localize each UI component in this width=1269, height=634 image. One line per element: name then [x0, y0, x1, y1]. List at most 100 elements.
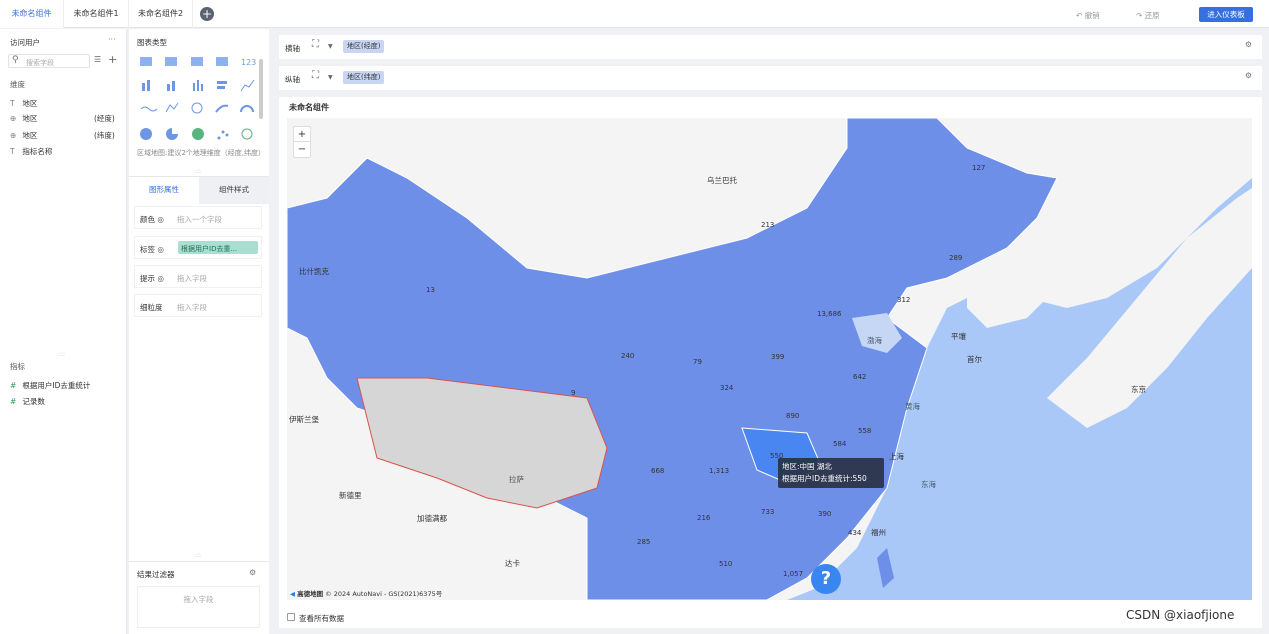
sea-label: 东海 [921, 480, 936, 489]
curve-icon [215, 104, 229, 113]
attr-tooltip-dropzone[interactable]: 拖入字段 [177, 273, 207, 284]
globe-icon: ⊕ [10, 131, 17, 140]
dataset-name: 访问用户 [10, 38, 40, 47]
region-map[interactable]: + − 乌兰巴托 比什凯克 伊斯兰堡 新德里 加德满都 拉萨 达卡 平壤 首尔 … [287, 118, 1252, 600]
filter-drop-zone[interactable]: 拖入字段 [137, 586, 260, 628]
heat-map-icon [241, 128, 253, 140]
attr-color-row[interactable]: 颜色 ◎ 拖入一个字段 [134, 206, 262, 229]
tab-unnamed[interactable]: 未命名组件 [0, 0, 64, 28]
value-label: 9 [571, 389, 576, 397]
grid-table-icon [216, 57, 228, 66]
dim-item[interactable]: ⊕ 地区 (经度) [10, 113, 120, 124]
chart-type-title: 图表类型 [137, 38, 167, 47]
hash-icon: # [10, 381, 17, 390]
divider [129, 561, 269, 562]
place-label: 平壤 [951, 332, 966, 341]
chevron-down-icon[interactable]: ▼ [328, 74, 333, 81]
attr-granularity-row[interactable]: 细粒度 拖入字段 [134, 294, 262, 317]
zoom-in-button[interactable]: + [294, 127, 310, 142]
tooltip-region: 地区:中国 湖北 [782, 462, 832, 471]
place-label: 福州 [871, 528, 886, 537]
show-all-checkbox[interactable] [287, 613, 295, 621]
sea-label: 渤海 [867, 336, 882, 345]
more-icon[interactable]: ··· [108, 35, 116, 44]
metric-name: 根据用户ID去重统计 [22, 381, 91, 390]
y-axis-label: 纵轴 [285, 75, 300, 84]
attr-granularity-label: 细粒度 [140, 303, 163, 312]
widget-card: 未命名组件 + − 乌兰巴托 比什凯克 伊斯兰堡 新德里 加德满都 拉萨 达卡 … [279, 97, 1262, 628]
chevron-down-icon[interactable]: ▼ [328, 43, 333, 50]
scrollbar[interactable] [259, 59, 263, 119]
metric-title: 指标 [10, 362, 25, 371]
gauge-icon [240, 105, 254, 113]
metric-item[interactable]: # 根据用户ID去重统计 [10, 380, 90, 391]
attr-tooltip-row[interactable]: 提示 ◎ 拖入字段 [134, 265, 262, 288]
value-label: 312 [897, 296, 911, 304]
filter-icon[interactable]: ⚙ [1245, 40, 1252, 49]
search-box[interactable]: ⚲ 搜索字段 [8, 54, 90, 68]
y-axis-field-pill[interactable]: 地区(纬度) [343, 71, 385, 84]
value-label: 390 [818, 510, 832, 518]
chart-type-grid[interactable]: 123 [137, 54, 265, 146]
zoom-out-button[interactable]: − [294, 142, 310, 157]
add-field-icon[interactable]: + [108, 53, 117, 66]
place-label: 比什凯克 [299, 267, 329, 276]
redo-button[interactable]: ↷ 还原 [1136, 10, 1160, 21]
place-label: 首尔 [967, 355, 982, 364]
undo-label: 撤销 [1084, 11, 1100, 20]
attr-tabs: 图形属性 组件样式 [129, 176, 269, 204]
settings-icon: ◎ [157, 215, 164, 224]
add-tab-button[interactable]: + [200, 7, 214, 21]
resize-handle[interactable]: ::: [195, 552, 201, 559]
x-axis-field-pill[interactable]: 地区(经度) [343, 40, 385, 53]
value-label: 1,313 [709, 467, 730, 475]
resize-handle[interactable]: ::: [195, 168, 201, 175]
resize-handle[interactable]: ::: [59, 351, 65, 358]
undo-button[interactable]: ↶ 撤销 [1076, 10, 1100, 21]
dimension-title: 维度 [10, 80, 25, 89]
place-label: 达卡 [505, 559, 520, 568]
column-chart-icon [167, 84, 170, 91]
stacked-bar-icon [217, 81, 227, 84]
field-panel: 访问用户 ··· ⚲ 搜索字段 ☰ + 维度 T 地区 ⊕ 地区 (经度) ⊕ 地… [0, 29, 127, 634]
latitude-icon[interactable]: ⛶ [312, 70, 319, 81]
search-input[interactable]: 搜索字段 [26, 58, 54, 68]
redo-label: 还原 [1144, 11, 1160, 20]
value-label: 399 [771, 353, 785, 361]
metric-name: 记录数 [22, 397, 45, 406]
help-button[interactable]: ? [811, 564, 841, 594]
tab-shape-attrs[interactable]: 图形属性 [129, 177, 199, 204]
value-label: 642 [853, 373, 867, 381]
enter-dashboard-button[interactable]: 进入仪表板 [1199, 7, 1253, 22]
kpi-icon: 123 [241, 58, 256, 67]
tab-unnamed-1[interactable]: 未命名组件1 [64, 0, 129, 28]
cross-table-icon [165, 57, 177, 66]
y-axis-row: 纵轴 ⛶ ▼ 地区(纬度) ⚙ [279, 66, 1262, 90]
attr-color-dropzone[interactable]: 拖入一个字段 [177, 214, 222, 225]
value-label: 584 [833, 440, 847, 448]
filter-title: 结果过滤器 [137, 570, 175, 579]
text-type-icon: T [10, 99, 15, 108]
dim-item[interactable]: ⊕ 地区 (纬度) [10, 130, 120, 141]
longitude-icon[interactable]: ⛶ [312, 39, 319, 50]
tab-unnamed-2[interactable]: 未命名组件2 [129, 0, 193, 28]
dim-item[interactable]: T 地区 [10, 98, 37, 109]
search-icon: ⚲ [12, 55, 19, 65]
attr-label-field-pill[interactable]: 根据用户ID去重... [178, 241, 258, 254]
dim-name: 地区 [22, 114, 38, 123]
dim-name: 地区 [22, 99, 38, 108]
sort-icon[interactable]: ☰ [94, 55, 101, 64]
filter-settings-icon[interactable]: ⚙ [249, 568, 256, 577]
map-canvas [287, 118, 1252, 600]
attr-tooltip-label: 提示 ◎ [140, 274, 164, 283]
attr-label-row[interactable]: 标签 ◎ 根据用户ID去重... [134, 236, 262, 259]
map-attribution: ◀ 高德地图 © 2024 AutoNavi - GS(2021)6375号 [290, 588, 442, 598]
attr-granularity-dropzone[interactable]: 拖入字段 [177, 302, 207, 313]
tab-widget-style[interactable]: 组件样式 [199, 177, 269, 204]
metric-item[interactable]: # 记录数 [10, 396, 45, 407]
dim-item[interactable]: T 指标名称 [10, 146, 52, 157]
bar-chart-icon [142, 83, 145, 91]
area-line-icon [165, 102, 179, 113]
value-label: 733 [761, 508, 775, 516]
filter-icon[interactable]: ⚙ [1245, 71, 1252, 80]
